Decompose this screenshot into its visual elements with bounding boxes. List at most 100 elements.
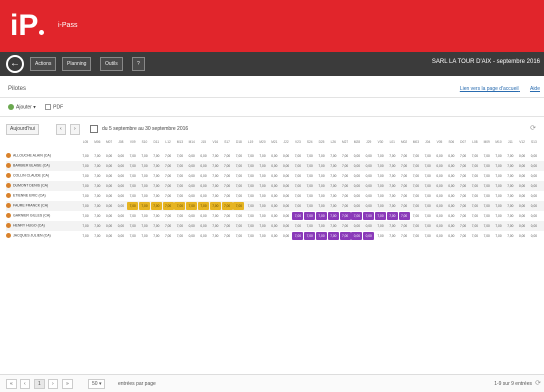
schedule-cell[interactable]: 7,00 xyxy=(340,192,351,200)
schedule-cell[interactable]: 7,00 xyxy=(493,232,504,240)
schedule-cell[interactable]: 0,00 xyxy=(115,152,126,160)
schedule-cell[interactable]: 0,00 xyxy=(186,162,197,170)
schedule-cell[interactable]: 7,00 xyxy=(458,172,469,180)
schedule-cell[interactable]: 0,00 xyxy=(115,192,126,200)
schedule-cell[interactable]: 7,00 xyxy=(233,192,244,200)
schedule-cell[interactable]: 0,00 xyxy=(434,162,445,170)
schedule-cell[interactable]: 0,00 xyxy=(269,152,280,160)
first-page-button[interactable]: « xyxy=(6,379,17,389)
schedule-cell[interactable]: 0,00 xyxy=(363,152,374,160)
schedule-cell[interactable]: 7,00 xyxy=(458,152,469,160)
schedule-cell[interactable]: 7,00 xyxy=(304,192,315,200)
schedule-cell[interactable]: 7,00 xyxy=(80,192,91,200)
schedule-cell[interactable]: 0,00 xyxy=(434,182,445,190)
schedule-cell[interactable]: 0,00 xyxy=(186,222,197,230)
schedule-cell[interactable]: 7,00 xyxy=(316,182,327,190)
schedule-cell[interactable]: 7,00 xyxy=(163,152,174,160)
schedule-cell[interactable]: 7,00 xyxy=(210,152,221,160)
schedule-cell[interactable]: 7,00 xyxy=(210,192,221,200)
schedule-cell[interactable]: 0,00 xyxy=(115,202,126,210)
schedule-cell[interactable]: 7,00 xyxy=(257,232,268,240)
schedule-cell[interactable]: 7,00 xyxy=(304,152,315,160)
schedule-cell[interactable]: 7,00 xyxy=(151,212,162,220)
schedule-cell[interactable]: 0,00 xyxy=(269,202,280,210)
schedule-cell[interactable]: 0,00 xyxy=(434,232,445,240)
schedule-cell[interactable]: 0,00 xyxy=(281,172,292,180)
schedule-cell[interactable]: 0,00 xyxy=(281,192,292,200)
schedule-cell[interactable]: 7,00 xyxy=(469,212,480,220)
schedule-cell[interactable]: 7,00 xyxy=(316,162,327,170)
schedule-cell[interactable]: 7,00 xyxy=(222,162,233,170)
schedule-cell[interactable]: 0,00 xyxy=(528,232,539,240)
schedule-cell[interactable]: 7,00 xyxy=(151,232,162,240)
schedule-cell[interactable]: 7,00 xyxy=(257,192,268,200)
schedule-cell[interactable]: 0,00 xyxy=(446,222,457,230)
prev-period-button[interactable]: ‹ xyxy=(56,124,66,135)
schedule-cell[interactable]: 7,00 xyxy=(375,162,386,170)
schedule-cell[interactable]: 7,00 xyxy=(292,232,304,240)
schedule-cell[interactable]: 7,00 xyxy=(292,222,303,230)
schedule-cell[interactable]: 0,00 xyxy=(351,202,362,210)
pilot-name[interactable]: BARBIER BLAISE (CA) xyxy=(6,163,78,168)
schedule-cell[interactable]: 0,00 xyxy=(186,212,197,220)
schedule-cell[interactable]: 0,00 xyxy=(434,152,445,160)
schedule-cell[interactable]: 0,00 xyxy=(198,152,209,160)
schedule-cell[interactable]: 7,00 xyxy=(351,212,363,220)
schedule-cell[interactable]: 7,00 xyxy=(127,182,138,190)
schedule-cell[interactable]: 7,00 xyxy=(127,212,138,220)
schedule-cell[interactable]: 7,00 xyxy=(410,172,421,180)
pilot-row[interactable]: JACQUES JULIEN (CA) 7,00 7,00 0,00 0,00 7,00 7… xyxy=(6,231,544,241)
schedule-cell[interactable]: 7,00 xyxy=(375,212,386,220)
schedule-cell[interactable]: 0,00 xyxy=(363,182,374,190)
schedule-cell[interactable]: 0,00 xyxy=(115,182,126,190)
schedule-cell[interactable]: 7,00 xyxy=(410,222,421,230)
schedule-cell[interactable]: 7,00 xyxy=(245,212,256,220)
schedule-cell[interactable]: 0,00 xyxy=(115,172,126,180)
schedule-cell[interactable]: 7,00 xyxy=(245,232,256,240)
schedule-cell[interactable]: 7,00 xyxy=(139,162,150,170)
schedule-cell[interactable]: 7,00 xyxy=(221,202,233,210)
schedule-cell[interactable]: 0,00 xyxy=(115,162,126,170)
schedule-cell[interactable]: 0,00 xyxy=(198,212,209,220)
schedule-cell[interactable]: 7,00 xyxy=(387,152,398,160)
pilot-row[interactable]: ALLOUCHE ALAIN (CA) 7,00 7,00 0,00 0,00 7,00 7… xyxy=(6,151,544,161)
schedule-cell[interactable]: 0,00 xyxy=(269,172,280,180)
schedule-cell[interactable]: 7,00 xyxy=(209,202,221,210)
schedule-cell[interactable]: 7,00 xyxy=(481,172,492,180)
schedule-cell[interactable]: 7,00 xyxy=(245,182,256,190)
schedule-cell[interactable]: 0,00 xyxy=(186,192,197,200)
schedule-cell[interactable]: 7,00 xyxy=(92,212,103,220)
schedule-cell[interactable]: 0,00 xyxy=(363,232,375,240)
schedule-cell[interactable]: 7,00 xyxy=(387,162,398,170)
schedule-cell[interactable]: 0,00 xyxy=(517,192,528,200)
schedule-cell[interactable]: 7,00 xyxy=(505,162,516,170)
schedule-cell[interactable]: 7,00 xyxy=(422,182,433,190)
refresh-icon[interactable]: ⟳ xyxy=(530,124,536,132)
refresh-icon[interactable]: ⟳ xyxy=(535,379,541,387)
schedule-cell[interactable]: 7,00 xyxy=(257,222,268,230)
schedule-cell[interactable]: 0,00 xyxy=(517,232,528,240)
schedule-cell[interactable]: 7,00 xyxy=(245,192,256,200)
schedule-cell[interactable]: 7,00 xyxy=(80,162,91,170)
schedule-cell[interactable]: 7,00 xyxy=(387,222,398,230)
schedule-cell[interactable]: 0,00 xyxy=(528,152,539,160)
schedule-cell[interactable]: 0,00 xyxy=(281,162,292,170)
schedule-cell[interactable]: 7,00 xyxy=(80,172,91,180)
schedule-cell[interactable]: 0,00 xyxy=(363,222,374,230)
current-page[interactable]: 1 xyxy=(34,379,45,389)
schedule-cell[interactable]: 7,00 xyxy=(316,192,327,200)
schedule-cell[interactable]: 7,00 xyxy=(481,222,492,230)
pilot-name[interactable]: ALLOUCHE ALAIN (CA) xyxy=(6,153,78,158)
schedule-cell[interactable]: 7,00 xyxy=(174,202,186,210)
schedule-cell[interactable]: 7,00 xyxy=(363,212,375,220)
last-page-button[interactable]: » xyxy=(62,379,73,389)
schedule-cell[interactable]: 7,00 xyxy=(375,192,386,200)
schedule-cell[interactable]: 7,00 xyxy=(410,212,421,220)
schedule-cell[interactable]: 0,00 xyxy=(186,152,197,160)
schedule-cell[interactable]: 7,00 xyxy=(174,182,185,190)
prev-page-button[interactable]: ‹ xyxy=(20,379,30,389)
schedule-cell[interactable]: 7,00 xyxy=(340,202,351,210)
schedule-cell[interactable]: 7,00 xyxy=(340,182,351,190)
pilot-row[interactable]: ETIENNE ERIC (CA) 7,00 7,00 0,00 0,00 7,00 7,0… xyxy=(6,191,544,201)
schedule-cell[interactable]: 7,00 xyxy=(163,182,174,190)
